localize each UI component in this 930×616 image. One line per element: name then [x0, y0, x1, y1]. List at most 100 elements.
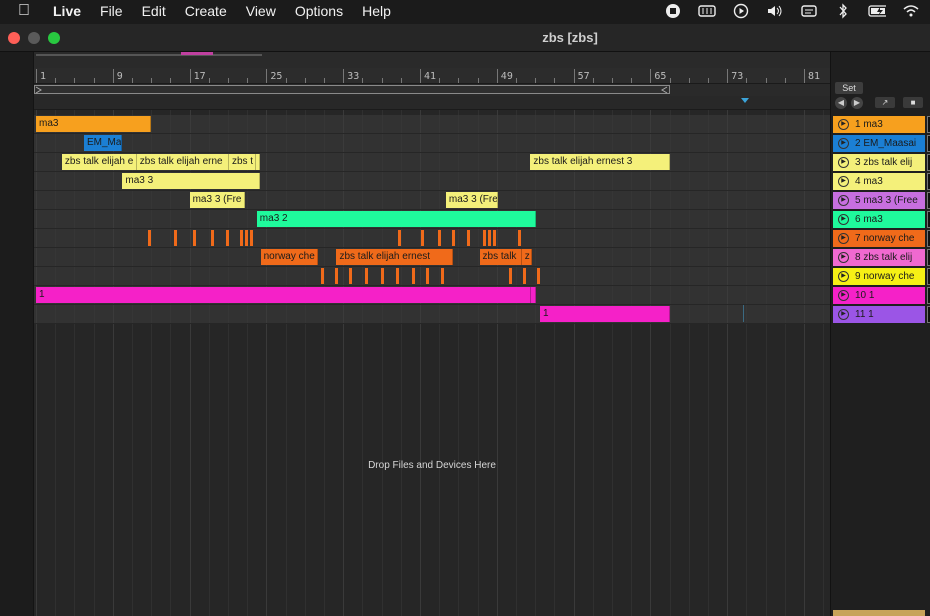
track-play-icon[interactable]: ▶: [838, 157, 849, 168]
audio-slice-clip[interactable]: [441, 268, 445, 284]
track-header[interactable]: ▶ 1 ma3: [833, 116, 925, 133]
track-header[interactable]: ▶ 7 norway che: [833, 230, 925, 247]
menu-create[interactable]: Create: [185, 3, 227, 19]
set-locator-button[interactable]: Set: [835, 82, 863, 94]
track-lane[interactable]: ma3: [34, 115, 830, 134]
track-header[interactable]: ▶ 9 norway che: [833, 268, 925, 285]
audio-slice-clip[interactable]: [250, 230, 254, 246]
lock-icon[interactable]: ■: [903, 97, 923, 108]
track-play-icon[interactable]: ▶: [838, 309, 849, 320]
audio-slice-clip[interactable]: [537, 268, 541, 284]
menu-live[interactable]: Live: [53, 3, 81, 19]
previous-locator-icon[interactable]: ◀: [835, 97, 847, 109]
track-header[interactable]: ▶ 5 ma3 3 (Free: [833, 192, 925, 209]
arrangement-clip[interactable]: ma3 3 (Fre: [189, 192, 246, 208]
track-header[interactable]: ▶ 3 zbs talk elij: [833, 154, 925, 171]
track-play-icon[interactable]: ▶: [838, 119, 849, 130]
track-header[interactable]: ▶ 4 ma3: [833, 173, 925, 190]
track-lane[interactable]: 11: [34, 286, 830, 305]
audio-slice-clip[interactable]: [483, 230, 487, 246]
menu-edit[interactable]: Edit: [142, 3, 166, 19]
audio-slice-clip[interactable]: [438, 230, 442, 246]
menu-options[interactable]: Options: [295, 3, 343, 19]
track-header[interactable]: ▶ 8 zbs talk elij: [833, 249, 925, 266]
loop-lane[interactable]: [34, 84, 830, 96]
audio-slice-clip[interactable]: [193, 230, 197, 246]
arrangement-clip[interactable]: ma3 2: [256, 211, 537, 227]
track-lane[interactable]: [34, 229, 830, 248]
track-lane[interactable]: ma3 3 (Fre ma3 3 (Fre: [34, 191, 830, 210]
menu-view[interactable]: View: [246, 3, 276, 19]
next-locator-icon[interactable]: ▶: [851, 97, 863, 109]
audio-slice-clip[interactable]: [210, 230, 214, 246]
track-play-icon[interactable]: ▶: [838, 138, 849, 149]
midi-keyboard-icon[interactable]: [698, 3, 716, 19]
track-header[interactable]: ▶ 6 ma3: [833, 211, 925, 228]
locator-lane[interactable]: [34, 96, 830, 110]
track-lane[interactable]: ma3 2: [34, 210, 830, 229]
return-track-header[interactable]: [833, 610, 925, 616]
overview-visible-range[interactable]: [181, 52, 213, 55]
track-play-icon[interactable]: ▶: [838, 214, 849, 225]
bluetooth-icon[interactable]: [834, 3, 852, 19]
menu-file[interactable]: File: [100, 3, 123, 19]
arrangement-clip[interactable]: 1: [36, 287, 532, 303]
audio-slice-clip[interactable]: [517, 230, 521, 246]
track-play-icon[interactable]: ▶: [838, 271, 849, 282]
arrangement-view[interactable]: Drop Files and Devices Here ma3 EM_Maaszb…: [34, 110, 830, 616]
arrangement-clip[interactable]: zbs talk elijah erne: [136, 154, 229, 170]
audio-slice-clip[interactable]: [412, 268, 416, 284]
audio-slice-clip[interactable]: [148, 230, 152, 246]
battery-icon[interactable]: [868, 3, 886, 19]
track-lane[interactable]: EM_Maas: [34, 134, 830, 153]
volume-icon[interactable]: [766, 3, 784, 19]
menu-help[interactable]: Help: [362, 3, 391, 19]
arrangement-clip[interactable]: zbs talk elijah e: [61, 154, 137, 170]
audio-slice-clip[interactable]: [488, 230, 492, 246]
arrangement-clip[interactable]: ma3 3: [122, 173, 260, 189]
play-circle-icon[interactable]: [732, 3, 750, 19]
arrangement-clip[interactable]: zbs talk elijah ernest: [336, 249, 453, 265]
arrangement-clip[interactable]: ma3 3 (Fre: [445, 192, 498, 208]
track-lane[interactable]: [34, 267, 830, 286]
stop-record-icon[interactable]: [664, 3, 682, 19]
audio-slice-clip[interactable]: [420, 230, 424, 246]
arrangement-clip[interactable]: zbs talk elijah ernest 3: [530, 154, 670, 170]
audio-slice-clip[interactable]: [396, 268, 399, 284]
audio-slice-clip[interactable]: [334, 268, 338, 284]
arrangement-clip[interactable]: 1: [531, 287, 537, 303]
loop-brace[interactable]: [34, 85, 670, 94]
beat-time-ruler[interactable]: 1 9 17 25 33 41 49 57 65 73 81: [34, 68, 830, 84]
arrangement-clip[interactable]: z: [521, 249, 533, 265]
audio-slice-clip[interactable]: [397, 230, 401, 246]
wifi-icon[interactable]: [902, 3, 920, 19]
audio-slice-clip[interactable]: [451, 230, 455, 246]
audio-slice-clip[interactable]: [425, 268, 429, 284]
arrangement-overview[interactable]: [34, 52, 830, 68]
track-play-icon[interactable]: ▶: [838, 252, 849, 263]
track-lane[interactable]: 1: [34, 305, 830, 324]
audio-slice-clip[interactable]: [365, 268, 369, 284]
arrangement-clip[interactable]: EM_Maas: [84, 135, 123, 151]
track-header[interactable]: ▶ 10 1: [833, 287, 925, 304]
arrangement-clip[interactable]: 1: [540, 306, 670, 322]
arrangement-clip[interactable]: z: [255, 154, 260, 170]
audio-slice-clip[interactable]: [239, 230, 243, 246]
track-play-icon[interactable]: ▶: [838, 233, 849, 244]
audio-slice-clip[interactable]: [492, 230, 496, 246]
caption-icon[interactable]: [800, 3, 818, 19]
track-play-icon[interactable]: ▶: [838, 176, 849, 187]
audio-slice-clip[interactable]: [467, 230, 471, 246]
audio-slice-clip[interactable]: [174, 230, 178, 246]
track-header[interactable]: ▶ 11 1: [833, 306, 925, 323]
arrangement-clip[interactable]: zbs talk: [479, 249, 522, 265]
expand-icon[interactable]: ↗: [875, 97, 895, 108]
audio-slice-clip[interactable]: [321, 268, 325, 284]
track-header[interactable]: ▶ 2 EM_Maasai: [833, 135, 925, 152]
arrangement-clip[interactable]: zbs t: [228, 154, 256, 170]
track-lane[interactable]: zbs talk elijah e zbs talk elijah erne zbs…: [34, 153, 830, 172]
arrangement-clip[interactable]: ma3: [36, 116, 152, 132]
audio-slice-clip[interactable]: [226, 230, 230, 246]
arrangement-clip[interactable]: norway che: [260, 249, 319, 265]
audio-slice-clip[interactable]: [522, 268, 526, 284]
